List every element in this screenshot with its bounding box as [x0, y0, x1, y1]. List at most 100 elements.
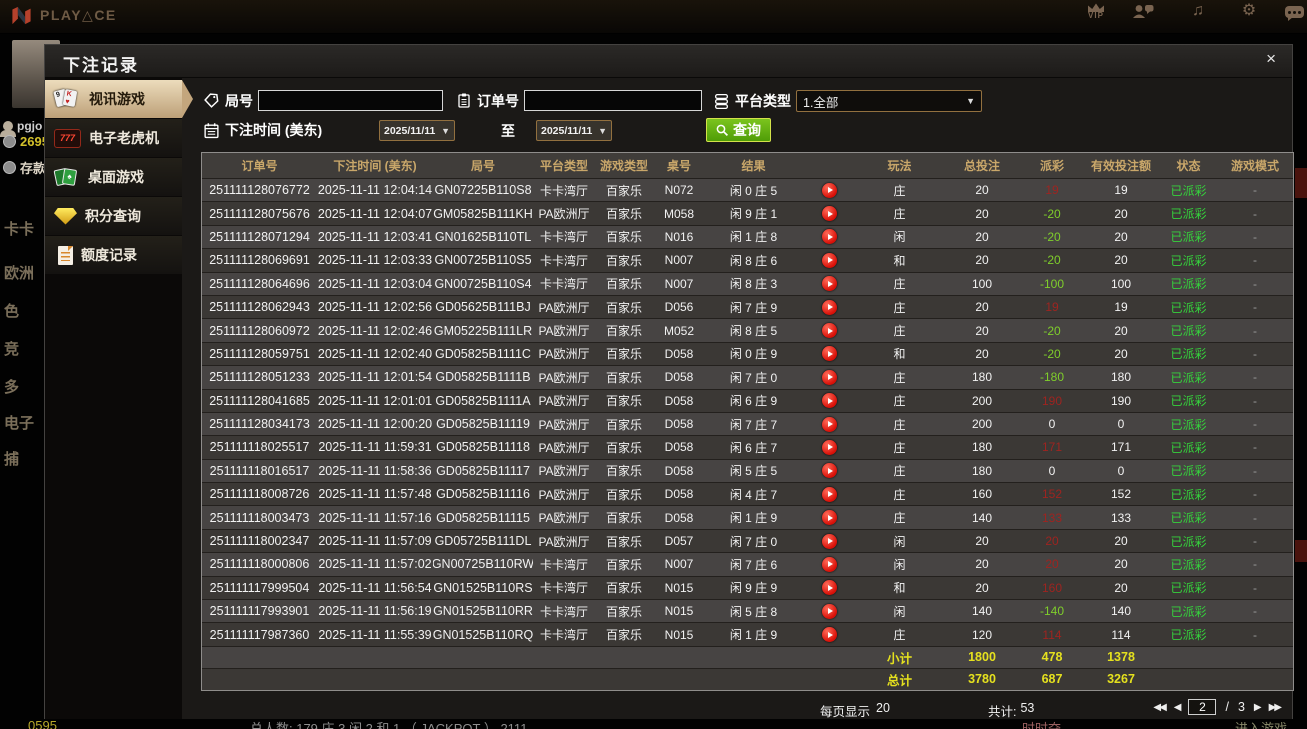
cell-table_no: D058 [664, 463, 694, 478]
cell-valid_bet: 20 [1114, 253, 1128, 268]
table-games-icon: ♠ [53, 167, 80, 188]
subtotal-cell [202, 647, 317, 668]
cell-play: 闲 [893, 230, 906, 245]
cell-time: 2025-11-11 12:04:07 [317, 206, 433, 221]
replay-video-icon[interactable] [802, 390, 857, 412]
cell-bet: 120 [971, 627, 993, 642]
prev-page-icon[interactable]: ◀ [1174, 702, 1182, 713]
replay-video-icon[interactable] [802, 202, 857, 224]
cell-bet: 180 [971, 370, 993, 385]
cell-mode: - [1253, 627, 1257, 642]
per-page-label: 每页显示 20 [820, 701, 890, 719]
bet-record-row: 251111128075676 2025-11-11 12:04:07 GM0582… [202, 201, 1293, 225]
cell-game_type: 百家乐 [605, 370, 642, 385]
order-input[interactable] [524, 90, 702, 111]
cell-status: 已派彩 [1170, 511, 1207, 526]
replay-video-icon[interactable] [802, 179, 857, 201]
page-number-input[interactable] [1188, 699, 1217, 715]
bet-record-row: 251111128034173 2025-11-11 12:00:20 GD0582… [202, 411, 1293, 436]
replay-video-icon[interactable] [802, 530, 857, 552]
cell-result: 闲 1 庄 8 [729, 230, 778, 245]
replay-video-icon[interactable] [802, 623, 857, 645]
deposit-button[interactable]: 存款 [3, 158, 46, 177]
cell-bet: 20 [975, 557, 989, 572]
replay-video-icon[interactable] [802, 249, 857, 271]
cell-platform: PA欧洲厅 [538, 417, 590, 432]
cell-time: 2025-11-11 11:57:16 [318, 510, 432, 525]
column-header: 桌号 [666, 159, 691, 173]
close-icon[interactable]: × [1266, 49, 1276, 69]
cell-game_type: 百家乐 [605, 628, 642, 643]
cell-table_no: N007 [664, 253, 694, 268]
replay-video-icon[interactable] [802, 483, 857, 505]
replay-video-icon[interactable] [802, 296, 857, 318]
lobby-category[interactable]: 卡卡 [4, 218, 34, 239]
cell-table_no: D057 [664, 534, 694, 549]
cell-order_id: 251111128041685 [209, 393, 310, 408]
cell-play: 和 [893, 581, 906, 596]
replay-video-icon[interactable] [802, 319, 857, 341]
sidebar-item-points[interactable]: 积分查询 [45, 197, 182, 235]
replay-video-icon[interactable] [802, 413, 857, 435]
sidebar-item-live-games[interactable]: 9 K ♥ 视讯游戏 [45, 80, 193, 118]
cell-play: 庄 [893, 394, 906, 409]
total-cell [317, 669, 433, 690]
platform-select[interactable]: 1.全部 ▼ [796, 90, 982, 112]
cell-time: 2025-11-11 11:55:39 [318, 627, 432, 642]
cell-round_id: GN00725B110RW [433, 557, 533, 572]
replay-video-icon[interactable] [802, 226, 857, 248]
poker-cards-icon: 9 K ♥ [53, 88, 81, 111]
next-page-icon[interactable]: ▶ [1254, 702, 1262, 713]
sidebar-item-credit-records[interactable]: 额度记录 [45, 236, 182, 274]
cell-result: 闲 0 庄 9 [729, 347, 778, 362]
round-filter: 局号 [203, 90, 443, 111]
vip-icon[interactable]: VIP [1081, 3, 1111, 20]
replay-video-icon[interactable] [802, 436, 857, 458]
cell-bet: 20 [975, 534, 989, 549]
replay-video-icon[interactable] [802, 577, 857, 599]
lobby-category[interactable]: 捕 [4, 448, 19, 469]
music-icon[interactable]: ♫ [1183, 3, 1213, 19]
cell-table_no: D056 [664, 300, 694, 315]
replay-video-icon[interactable] [802, 343, 857, 365]
cell-table_no: N007 [664, 276, 694, 291]
date-to-picker[interactable]: 2025/11/11 ▼ [536, 120, 612, 141]
lobby-category[interactable]: 竞 [4, 338, 19, 359]
cell-status: 已派彩 [1170, 207, 1207, 222]
subtotal-cell [317, 647, 433, 668]
lobby-category[interactable]: 电子 [4, 412, 34, 433]
cell-table_no: D058 [664, 417, 694, 432]
replay-video-icon[interactable] [802, 273, 857, 295]
chat-icon[interactable] [1285, 3, 1307, 21]
sidebar-item-slots[interactable]: 777 电子老虎机 [45, 119, 182, 157]
replay-video-icon[interactable] [802, 553, 857, 575]
pager: ◀◀ ◀ / 3 ▶ ▶▶ [1153, 699, 1282, 715]
sidebar-item-table-games[interactable]: ♠ 桌面游戏 [45, 158, 182, 196]
bet-time-label: 下注时间 (美东) [225, 122, 323, 138]
cell-time: 2025-11-11 12:00:20 [317, 417, 433, 432]
cell-order_id: 251111118000806 [209, 557, 310, 572]
lobby-category[interactable]: 色 [4, 300, 19, 321]
replay-video-icon[interactable] [802, 366, 857, 388]
replay-video-icon[interactable] [802, 506, 857, 528]
query-button[interactable]: 查询 [706, 118, 771, 142]
round-input[interactable] [258, 90, 443, 111]
cell-table_no: N016 [664, 229, 694, 244]
lobby-category[interactable]: 欧洲 [4, 262, 34, 283]
first-page-icon[interactable]: ◀◀ [1153, 702, 1166, 713]
cell-round_id: GN00725B110S4 [434, 276, 532, 291]
settings-gear-icon[interactable]: ⚙ [1234, 3, 1264, 19]
last-page-icon[interactable]: ▶▶ [1269, 702, 1282, 713]
total-cell [1160, 669, 1217, 690]
cell-game_type: 百家乐 [605, 207, 642, 222]
replay-video-icon[interactable] [802, 600, 857, 622]
cell-mode: - [1253, 557, 1257, 572]
replay-video-icon[interactable] [802, 460, 857, 482]
customer-service-icon[interactable] [1132, 3, 1162, 19]
cell-table_no: N015 [664, 580, 694, 595]
cell-time: 2025-11-11 12:02:40 [317, 346, 433, 361]
cell-bet: 140 [971, 604, 993, 619]
cell-bet: 100 [971, 276, 993, 291]
date-from-picker[interactable]: 2025/11/11 ▼ [379, 120, 455, 141]
lobby-category[interactable]: 多 [4, 376, 19, 397]
